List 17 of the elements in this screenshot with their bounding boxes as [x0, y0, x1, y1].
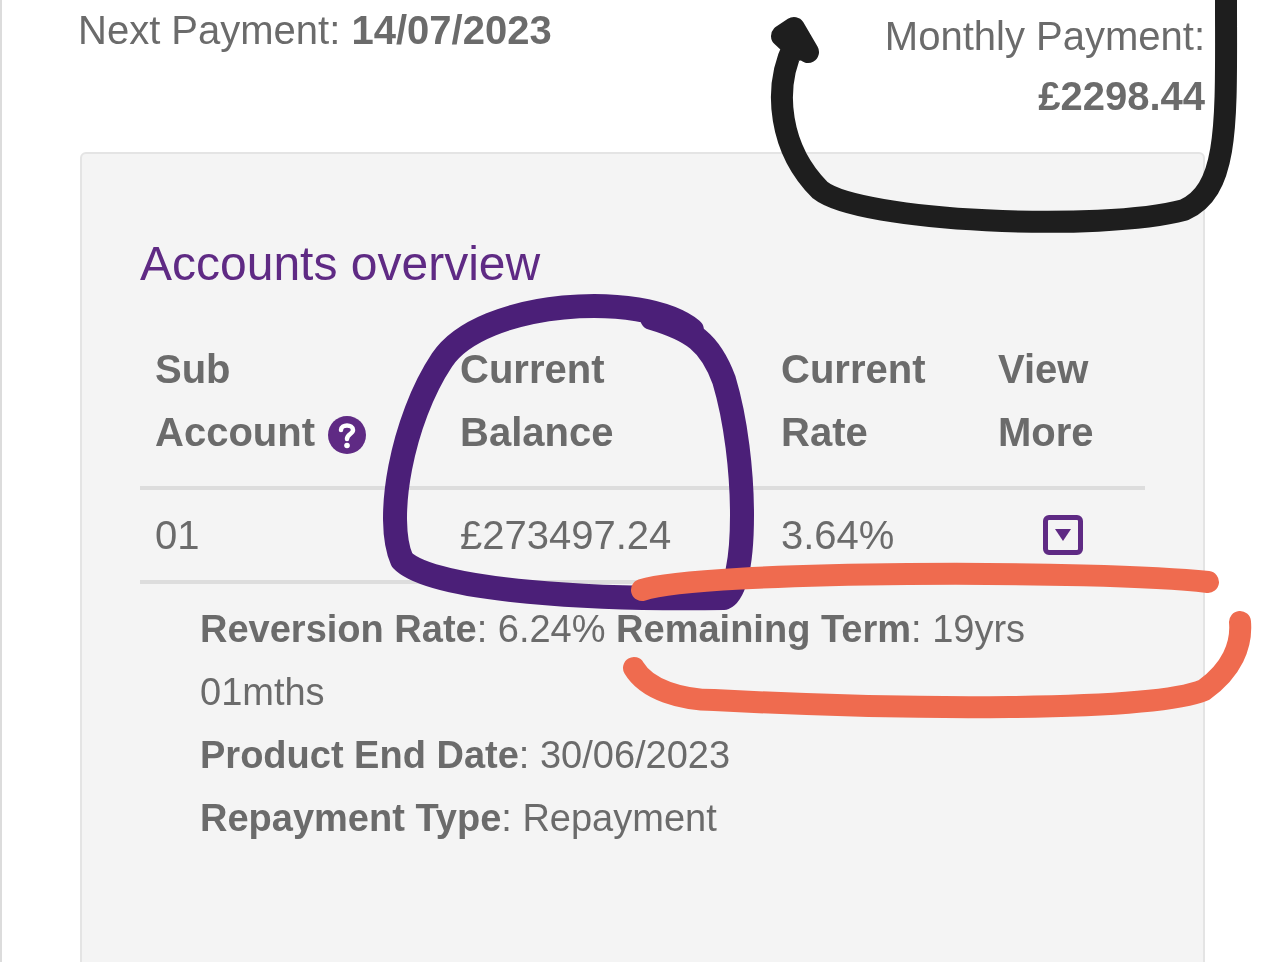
column-header: Current Balance	[460, 346, 615, 456]
section-title: Accounts overview	[140, 236, 542, 292]
caret-icon	[1054, 528, 1072, 542]
table-cell-text: £273497.24	[460, 512, 673, 559]
help-icon[interactable]	[327, 415, 367, 456]
next-payment: Next Payment: 14/07/2023	[78, 7, 552, 54]
column-header: Sub Account	[155, 338, 460, 464]
view-more-toggle[interactable]	[1043, 515, 1083, 555]
table-cell-text: 3.64%	[781, 512, 896, 559]
detail-text: Reversion Rate: 6.24% Remaining Term: 19yrs 01mths	[200, 607, 1027, 715]
monthly-payment-label: Monthly Payment:	[884, 13, 1205, 60]
table-cell-text: 01	[155, 512, 201, 559]
detail-text: Product End Date: 30/06/2023	[200, 733, 732, 778]
detail-text: Repayment Type: Repayment	[200, 796, 718, 841]
column-header: Current Rate	[781, 346, 927, 456]
monthly-payment-amount: £2298.44	[1038, 73, 1205, 120]
column-header: View More	[998, 346, 1095, 456]
